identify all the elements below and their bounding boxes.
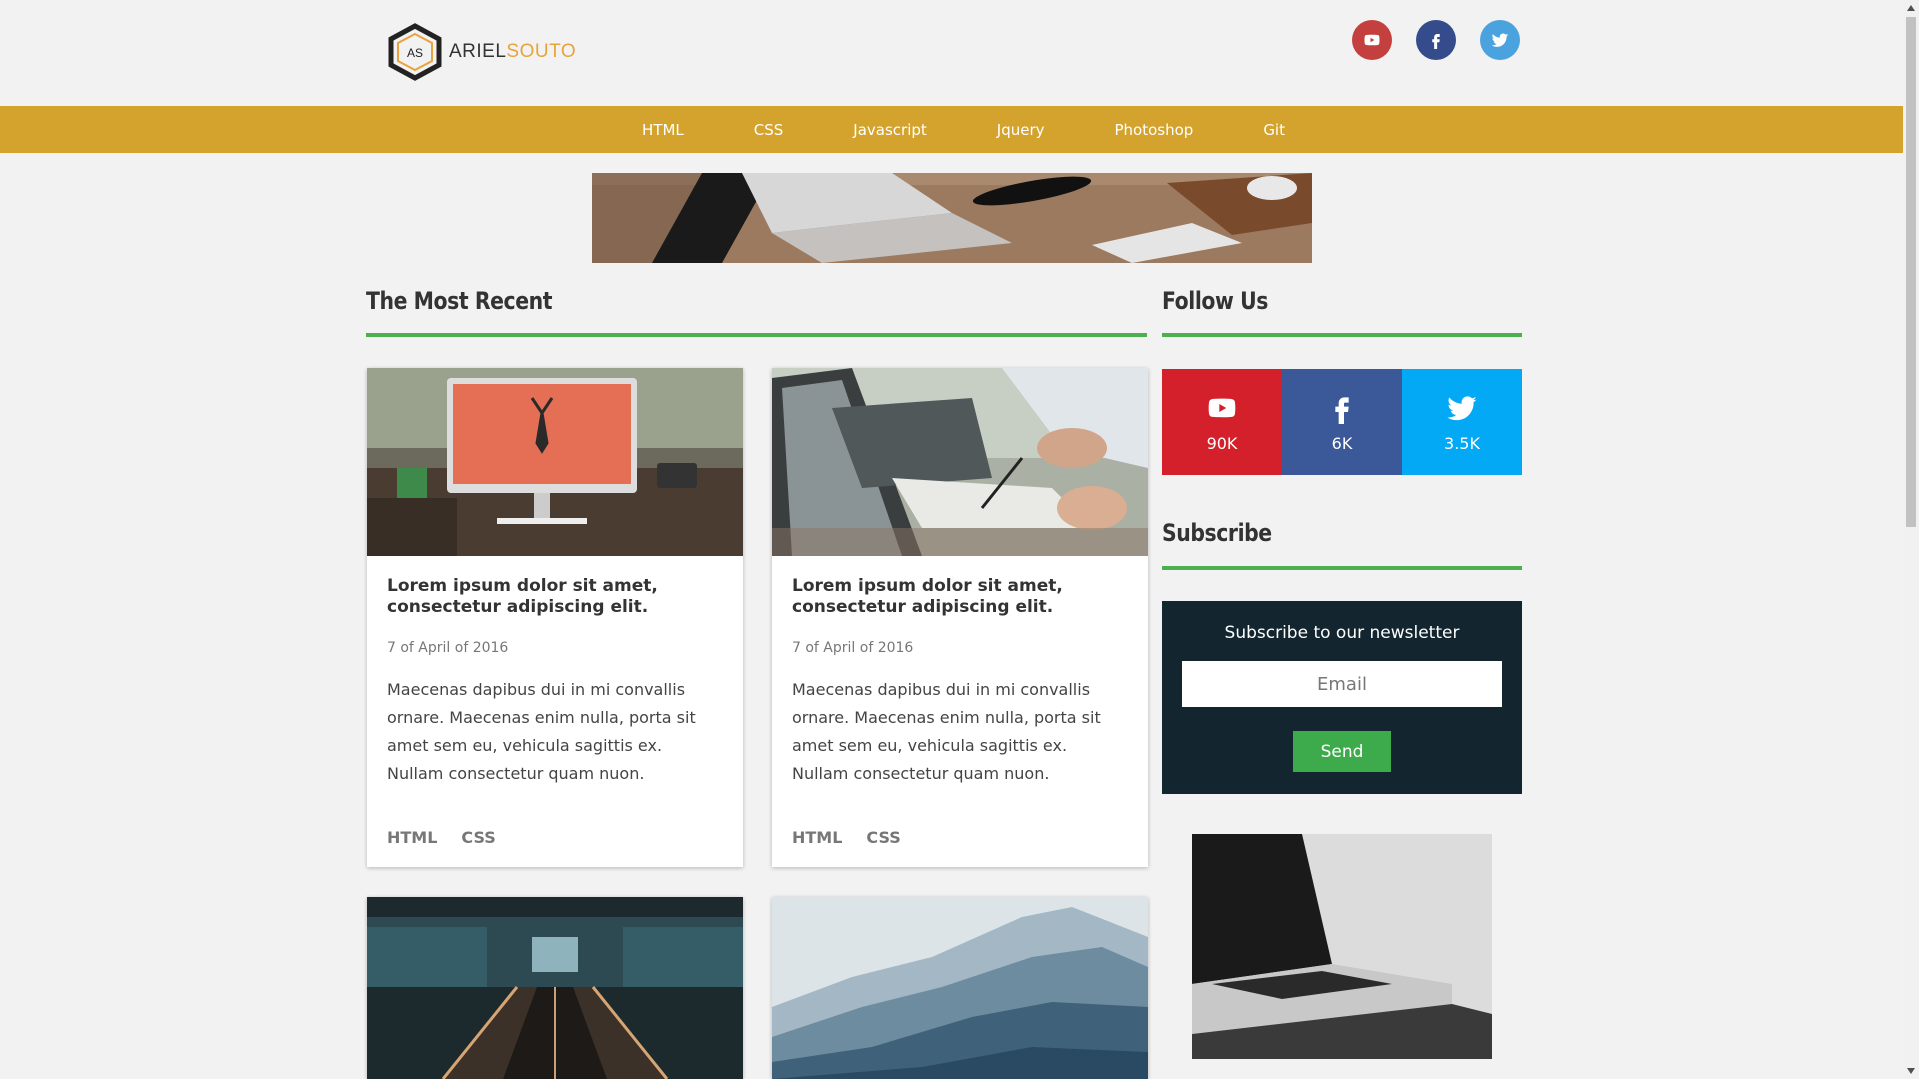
facebook-icon (1432, 34, 1440, 49)
follow-twitter-button[interactable]: 3.5K (1402, 369, 1522, 475)
follow-us-box: 90K 6K 3.5K (1162, 369, 1522, 475)
article-card[interactable] (772, 897, 1148, 1079)
tag-html[interactable]: HTML (792, 828, 842, 847)
newsletter-label: Subscribe to our newsletter (1224, 623, 1460, 643)
site-logo[interactable]: AS ARIELSOUTO (385, 22, 576, 82)
nav-item-git[interactable]: Git (1228, 121, 1320, 139)
nav-item-photoshop[interactable]: Photoshop (1080, 121, 1229, 139)
most-recent-underline (366, 333, 1147, 337)
article-title[interactable]: Lorem ipsum dolor sit amet, consectetur … (792, 576, 1128, 618)
youtube-icon (1208, 398, 1236, 417)
article-image[interactable] (367, 368, 743, 556)
article-photo-mountains (772, 897, 1148, 1079)
article-photo-escalator (367, 897, 743, 1079)
youtube-follower-count: 90K (1206, 433, 1238, 453)
article-tags: HTML CSS (792, 828, 1128, 847)
site-header: AS ARIELSOUTO (0, 0, 1903, 106)
follow-facebook-button[interactable]: 6K (1282, 369, 1402, 475)
logo-text-first: ARIEL (449, 41, 507, 62)
twitter-icon (1491, 33, 1509, 47)
nav-item-html[interactable]: HTML (607, 121, 719, 139)
article-photo-laptop-writing (772, 368, 1148, 556)
tag-css[interactable]: CSS (461, 828, 495, 847)
laptop-photo (1192, 834, 1492, 1059)
article-image[interactable] (772, 368, 1148, 556)
subscribe-underline (1162, 566, 1522, 570)
logo-text-last: SOUTO (506, 41, 577, 62)
tag-html[interactable]: HTML (387, 828, 437, 847)
svg-text:AS: AS (407, 46, 423, 60)
header-social-links (1352, 20, 1520, 60)
article-image[interactable] (772, 897, 1148, 1079)
main-nav: HTML CSS Javascript Jquery Photoshop Git (0, 106, 1903, 153)
article-date: 7 of April of 2016 (792, 640, 914, 656)
article-body: Lorem ipsum dolor sit amet, consectetur … (367, 556, 743, 867)
nav-item-css[interactable]: CSS (719, 121, 819, 139)
send-button[interactable]: Send (1293, 731, 1391, 772)
header-youtube-button[interactable] (1352, 20, 1392, 60)
article-card[interactable] (367, 897, 743, 1079)
scroll-up-arrow-icon[interactable] (1903, 0, 1919, 16)
scroll-down-arrow-icon[interactable] (1903, 1063, 1919, 1079)
article-photo-desk-monitor (367, 368, 743, 556)
youtube-icon (1364, 34, 1380, 46)
facebook-follower-count: 6K (1331, 433, 1353, 453)
nav-list: HTML CSS Javascript Jquery Photoshop Git (607, 121, 1320, 139)
follow-us-title: Follow Us (1162, 287, 1268, 315)
most-recent-title: The Most Recent (366, 287, 553, 315)
page-scrollbar[interactable] (1903, 0, 1919, 1079)
follow-us-underline (1162, 333, 1522, 337)
logo-hexagon-icon: AS (388, 23, 442, 81)
article-card[interactable]: Lorem ipsum dolor sit amet, consectetur … (367, 368, 743, 867)
article-excerpt: Maecenas dapibus dui in mi convallis orn… (792, 680, 1101, 783)
desk-scene-illustration (592, 173, 1312, 263)
twitter-icon (1447, 395, 1477, 420)
article-card[interactable]: Lorem ipsum dolor sit amet, consectetur … (772, 368, 1148, 867)
newsletter-box: Subscribe to our newsletter Send (1162, 601, 1522, 794)
nav-item-jquery[interactable]: Jquery (962, 121, 1080, 139)
logo-text: ARIELSOUTO (449, 41, 576, 63)
email-input[interactable] (1182, 661, 1502, 707)
article-title[interactable]: Lorem ipsum dolor sit amet, consectetur … (387, 576, 723, 618)
tag-css[interactable]: CSS (866, 828, 900, 847)
subscribe-title: Subscribe (1162, 519, 1272, 547)
header-twitter-button[interactable] (1480, 20, 1520, 60)
sidebar-ad-image[interactable] (1192, 834, 1492, 1059)
scroll-thumb[interactable] (1906, 17, 1916, 527)
nav-item-javascript[interactable]: Javascript (818, 121, 961, 139)
article-excerpt: Maecenas dapibus dui in mi convallis orn… (387, 680, 696, 783)
article-image[interactable] (367, 897, 743, 1079)
follow-youtube-button[interactable]: 90K (1162, 369, 1282, 475)
article-tags: HTML CSS (387, 828, 723, 847)
header-facebook-button[interactable] (1416, 20, 1456, 60)
article-body: Lorem ipsum dolor sit amet, consectetur … (772, 556, 1148, 867)
article-date: 7 of April of 2016 (387, 640, 509, 656)
facebook-icon (1335, 396, 1349, 424)
hero-banner-image (592, 173, 1312, 263)
twitter-follower-count: 3.5K (1444, 433, 1480, 453)
